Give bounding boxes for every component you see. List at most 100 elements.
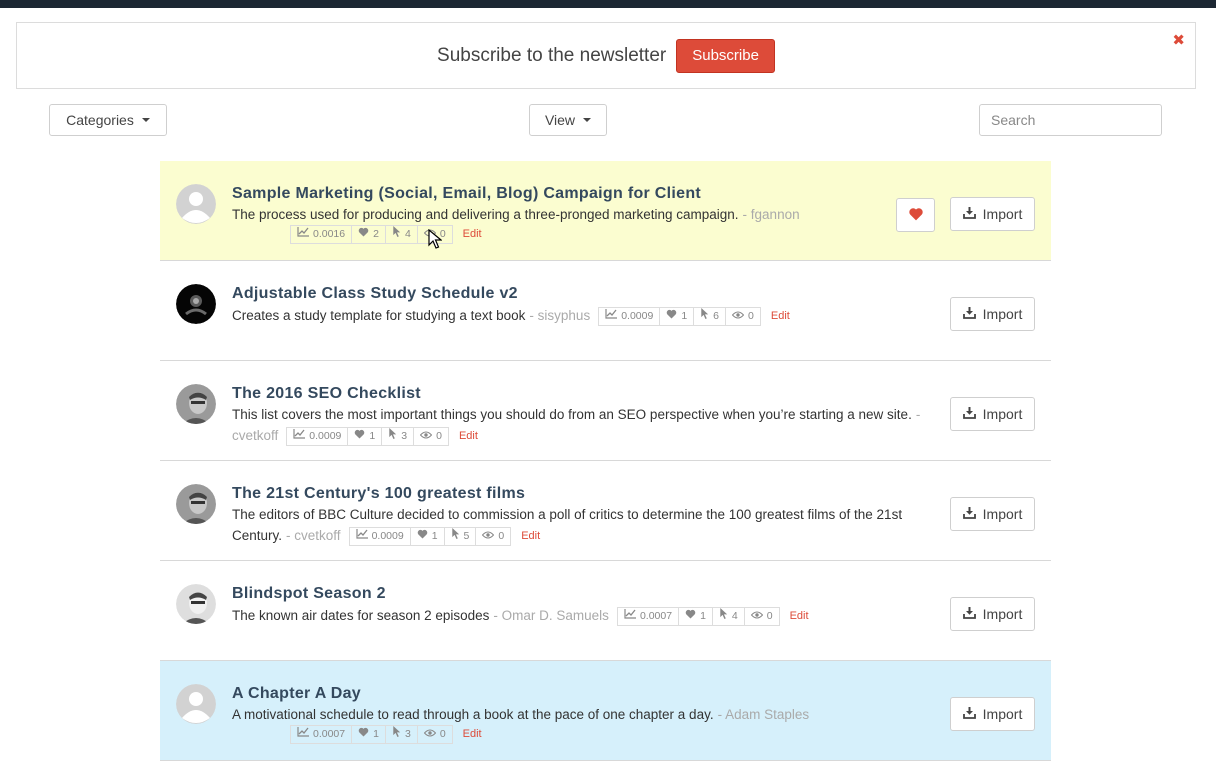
eye-icon xyxy=(750,606,767,627)
categories-label: Categories xyxy=(66,112,134,128)
import-label: Import xyxy=(982,606,1023,622)
item-title[interactable]: Adjustable Class Study Schedule v2 xyxy=(232,285,518,303)
description-text: The process used for producing and deliv… xyxy=(232,207,739,222)
import-label: Import xyxy=(982,506,1023,522)
import-button[interactable]: Import xyxy=(950,697,1035,731)
avatar xyxy=(176,584,216,624)
item-description: This list covers the most important thin… xyxy=(232,404,937,446)
clicks-stat: 5 xyxy=(444,526,477,547)
heart-icon xyxy=(666,306,681,327)
description-text: This list covers the most important thin… xyxy=(232,407,912,422)
heart-icon xyxy=(908,207,924,224)
item-stats: 0.0016 2 4 0 Edit xyxy=(290,225,937,244)
pointer-icon xyxy=(388,426,401,447)
avatar xyxy=(176,384,216,424)
item-title[interactable]: Blindspot Season 2 xyxy=(232,585,386,603)
author-link[interactable]: - Omar D. Samuels xyxy=(493,608,609,623)
import-label: Import xyxy=(982,706,1023,722)
score-stat: 0.0009 xyxy=(286,426,349,446)
item-description: A motivational schedule to read through … xyxy=(232,704,937,744)
edit-link[interactable]: Edit xyxy=(463,724,482,745)
trend-chart-icon xyxy=(297,724,313,745)
views-stat: 0 xyxy=(417,725,453,744)
heart-icon xyxy=(358,224,373,245)
import-button[interactable]: Import xyxy=(950,197,1035,231)
heart-icon xyxy=(354,426,369,447)
import-button[interactable]: Import xyxy=(950,597,1035,631)
eye-icon xyxy=(731,306,748,327)
score-stat: 0.0007 xyxy=(616,606,680,627)
author-link[interactable]: - sisyphus xyxy=(529,308,590,323)
trend-chart-icon xyxy=(605,306,621,327)
import-label: Import xyxy=(982,406,1023,422)
mouse-cursor-icon xyxy=(428,229,442,249)
search-input[interactable] xyxy=(979,104,1162,136)
caret-down-icon xyxy=(141,118,150,122)
pointer-icon xyxy=(700,306,713,327)
list-item: The 2016 SEO Checklist This list covers t… xyxy=(160,361,1051,461)
author-link[interactable]: - fgannon xyxy=(743,207,800,222)
item-stats: 0.0007 1 4 0 Edit xyxy=(616,606,809,627)
item-description: The process used for producing and deliv… xyxy=(232,204,937,244)
clicks-stat: 3 xyxy=(382,426,415,447)
item-description: The known air dates for season 2 episode… xyxy=(232,605,937,626)
import-button[interactable]: Import xyxy=(950,397,1035,431)
list-item: Blindspot Season 2 The known air dates fo… xyxy=(160,561,1051,661)
pointer-icon xyxy=(392,224,405,245)
avatar xyxy=(176,684,216,724)
list-item: A Chapter A Day A motivational schedule t… xyxy=(160,661,1051,761)
likes-stat: 1 xyxy=(348,426,383,447)
score-stat: 0.0007 xyxy=(290,724,353,745)
download-icon xyxy=(962,706,983,722)
views-stat: 0 xyxy=(414,426,449,447)
trend-chart-icon xyxy=(355,526,372,547)
author-link[interactable]: - Adam Staples xyxy=(718,707,810,722)
clicks-stat: 4 xyxy=(385,224,418,245)
description-text: The known air dates for season 2 episode… xyxy=(232,608,490,623)
download-icon xyxy=(962,406,983,422)
eye-icon xyxy=(419,426,436,447)
list-item: The 21st Century's 100 greatest films The… xyxy=(160,461,1051,561)
item-title[interactable]: A Chapter A Day xyxy=(232,685,361,703)
edit-link[interactable]: Edit xyxy=(771,306,790,327)
item-title[interactable]: The 21st Century's 100 greatest films xyxy=(232,485,525,503)
edit-link[interactable]: Edit xyxy=(463,224,482,245)
author-link[interactable]: - cvetkoff xyxy=(286,528,341,543)
clicks-stat: 3 xyxy=(385,724,418,745)
edit-link[interactable]: Edit xyxy=(521,526,540,547)
import-button[interactable]: Import xyxy=(950,497,1035,531)
edit-link[interactable]: Edit xyxy=(459,426,478,447)
views-stat: 0 xyxy=(744,606,780,627)
description-text: Creates a study template for studying a … xyxy=(232,308,526,323)
item-title[interactable]: The 2016 SEO Checklist xyxy=(232,385,421,403)
item-description: The editors of BBC Culture decided to co… xyxy=(232,504,937,546)
favorite-button[interactable] xyxy=(896,198,935,232)
edit-link[interactable]: Edit xyxy=(790,606,809,627)
clicks-stat: 4 xyxy=(712,606,745,626)
view-dropdown[interactable]: View xyxy=(529,104,607,136)
likes-stat: 1 xyxy=(660,306,695,327)
import-button[interactable]: Import xyxy=(950,297,1035,331)
pointer-icon xyxy=(451,526,464,547)
pointer-icon xyxy=(392,724,405,745)
eye-icon xyxy=(482,526,498,547)
trend-chart-icon xyxy=(624,606,640,627)
item-stats: 0.0009 1 3 0 Edit xyxy=(286,426,478,447)
score-stat: 0.0009 xyxy=(348,526,411,547)
top-navbar xyxy=(0,0,1216,8)
download-icon xyxy=(962,606,983,622)
clicks-stat: 6 xyxy=(694,306,727,327)
categories-dropdown[interactable]: Categories xyxy=(49,104,167,136)
heart-icon xyxy=(417,526,432,547)
close-icon[interactable]: ✖ xyxy=(1172,31,1185,49)
caret-down-icon xyxy=(583,118,592,122)
import-label: Import xyxy=(982,206,1023,222)
views-stat: 0 xyxy=(476,526,512,547)
subscribe-button[interactable]: Subscribe xyxy=(676,38,775,73)
list-item: Sample Marketing (Social, Email, Blog) C… xyxy=(160,161,1051,261)
views-stat: 0 xyxy=(726,306,761,327)
score-stat: 0.0009 xyxy=(598,306,661,327)
item-title[interactable]: Sample Marketing (Social, Email, Blog) C… xyxy=(232,185,701,203)
likes-stat: 2 xyxy=(352,225,386,244)
description-text: A motivational schedule to read through … xyxy=(232,707,714,722)
